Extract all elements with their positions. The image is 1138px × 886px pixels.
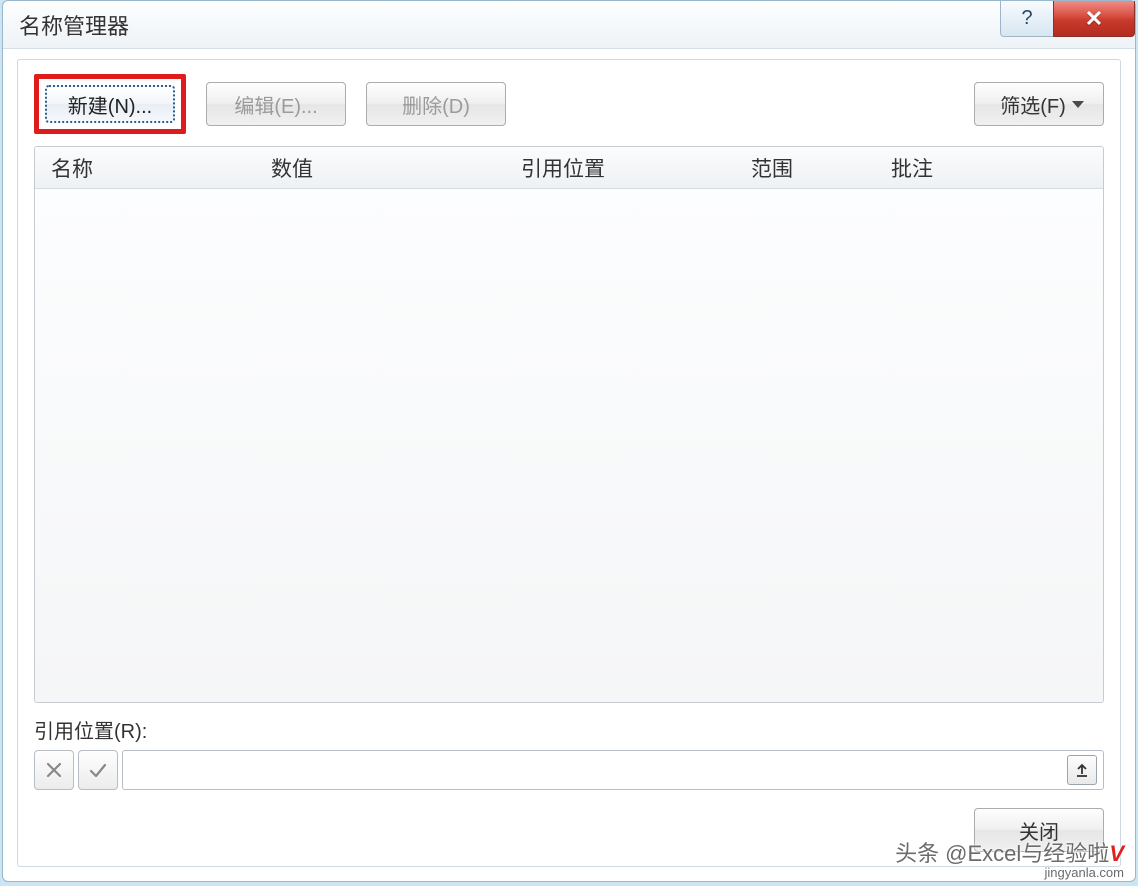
check-icon <box>88 760 108 780</box>
refers-to-row <box>34 750 1104 790</box>
list-header: 名称 数值 引用位置 范围 批注 <box>35 147 1103 189</box>
refers-to-section: 引用位置(R): <box>34 715 1104 790</box>
column-header-name[interactable]: 名称 <box>35 153 255 183</box>
edit-button[interactable]: 编辑(E)... <box>206 82 346 126</box>
help-button[interactable]: ? <box>1000 1 1054 37</box>
x-icon <box>44 760 64 780</box>
dialog-content: 新建(N)... 编辑(E)... 删除(D) 筛选(F) 名称 数值 引用位置… <box>17 59 1121 867</box>
close-icon: ✕ <box>1085 6 1103 32</box>
list-body-empty[interactable] <box>35 189 1103 702</box>
column-header-ref[interactable]: 引用位置 <box>505 153 735 183</box>
confirm-edit-button[interactable] <box>78 750 118 790</box>
help-icon: ? <box>1021 7 1032 30</box>
filter-button[interactable]: 筛选(F) <box>974 82 1104 126</box>
refers-to-label: 引用位置(R): <box>34 715 1104 744</box>
cancel-edit-button[interactable] <box>34 750 74 790</box>
footer: 关闭 <box>34 808 1104 852</box>
column-header-comment[interactable]: 批注 <box>875 153 1103 183</box>
collapse-icon <box>1074 762 1090 778</box>
refers-to-input[interactable] <box>133 760 1067 781</box>
toolbar: 新建(N)... 编辑(E)... 删除(D) 筛选(F) <box>34 74 1104 134</box>
close-button[interactable]: 关闭 <box>974 808 1104 852</box>
chevron-down-icon <box>1072 101 1084 108</box>
column-header-value[interactable]: 数值 <box>255 153 505 183</box>
titlebar-buttons: ? ✕ <box>1001 1 1135 39</box>
column-header-scope[interactable]: 范围 <box>735 153 875 183</box>
new-button[interactable]: 新建(N)... <box>45 85 175 123</box>
names-list: 名称 数值 引用位置 范围 批注 <box>34 146 1104 703</box>
highlight-marker: 新建(N)... <box>34 74 186 134</box>
titlebar: 名称管理器 ? ✕ <box>3 1 1135 49</box>
delete-button[interactable]: 删除(D) <box>366 82 506 126</box>
close-window-button[interactable]: ✕ <box>1053 1 1135 37</box>
refers-to-input-wrap <box>122 750 1104 790</box>
dialog-title: 名称管理器 <box>19 9 129 41</box>
name-manager-dialog: 名称管理器 ? ✕ 新建(N)... 编辑(E)... 删除(D) <box>2 0 1136 882</box>
collapse-dialog-button[interactable] <box>1067 755 1097 785</box>
